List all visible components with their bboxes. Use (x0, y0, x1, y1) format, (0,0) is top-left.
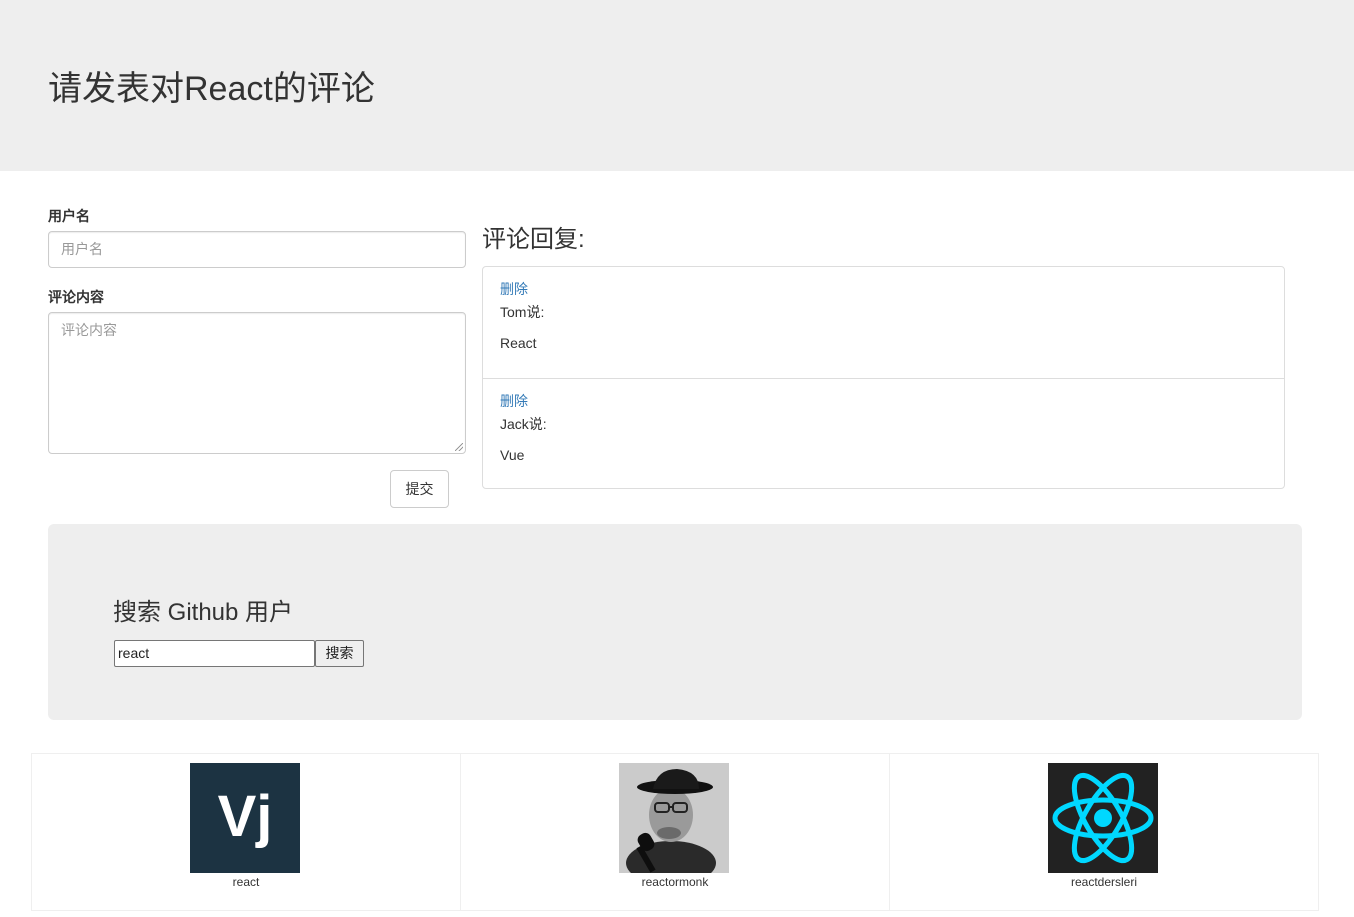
avatar[interactable] (1048, 763, 1158, 873)
username-label: 用户名 (48, 208, 90, 224)
search-button[interactable]: 搜索 (315, 640, 364, 667)
avatar[interactable] (619, 763, 729, 873)
replies-title: 评论回复: (482, 226, 585, 253)
react-atom-icon (1048, 763, 1158, 873)
content-placeholder: 评论内容 (61, 322, 117, 338)
user-card[interactable]: reactdersleri (889, 753, 1319, 911)
comment-author: Tom说: (500, 304, 545, 320)
svg-text:Vj: Vj (218, 784, 273, 849)
list-item: 删除 Jack说: Vue (483, 378, 1284, 489)
comment-author: Jack说: (500, 416, 547, 432)
user-card[interactable]: Vj react (31, 753, 461, 911)
page-title: 请发表对React的评论 (48, 70, 375, 108)
user-name[interactable]: reactormonk (461, 875, 889, 889)
search-title: 搜索 Github 用户 (113, 599, 294, 626)
user-name[interactable]: reactdersleri (890, 875, 1318, 889)
search-section: 搜索 Github 用户 react 搜索 (48, 524, 1302, 720)
page-header: 请发表对React的评论 (0, 0, 1354, 171)
content-textarea[interactable]: 评论内容 (48, 312, 466, 454)
avatar[interactable]: Vj (190, 763, 300, 873)
user-card[interactable]: reactormonk (460, 753, 890, 911)
vj-logo-icon: Vj (190, 763, 300, 873)
delete-link[interactable]: 删除 (500, 279, 528, 299)
comment-content: React (500, 335, 537, 351)
reply-list: 删除 Tom说: React 删除 Jack说: Vue (482, 266, 1285, 489)
person-photo-icon (619, 763, 729, 873)
resize-handle-icon[interactable] (455, 443, 463, 451)
content-label: 评论内容 (48, 289, 104, 305)
user-name[interactable]: react (32, 875, 460, 889)
comment-content: Vue (500, 447, 525, 463)
submit-button[interactable]: 提交 (390, 470, 449, 508)
delete-link[interactable]: 删除 (500, 391, 528, 411)
search-input[interactable]: react (114, 640, 315, 667)
list-item: 删除 Tom说: React (483, 267, 1284, 378)
username-input[interactable]: 用户名 (48, 231, 466, 268)
